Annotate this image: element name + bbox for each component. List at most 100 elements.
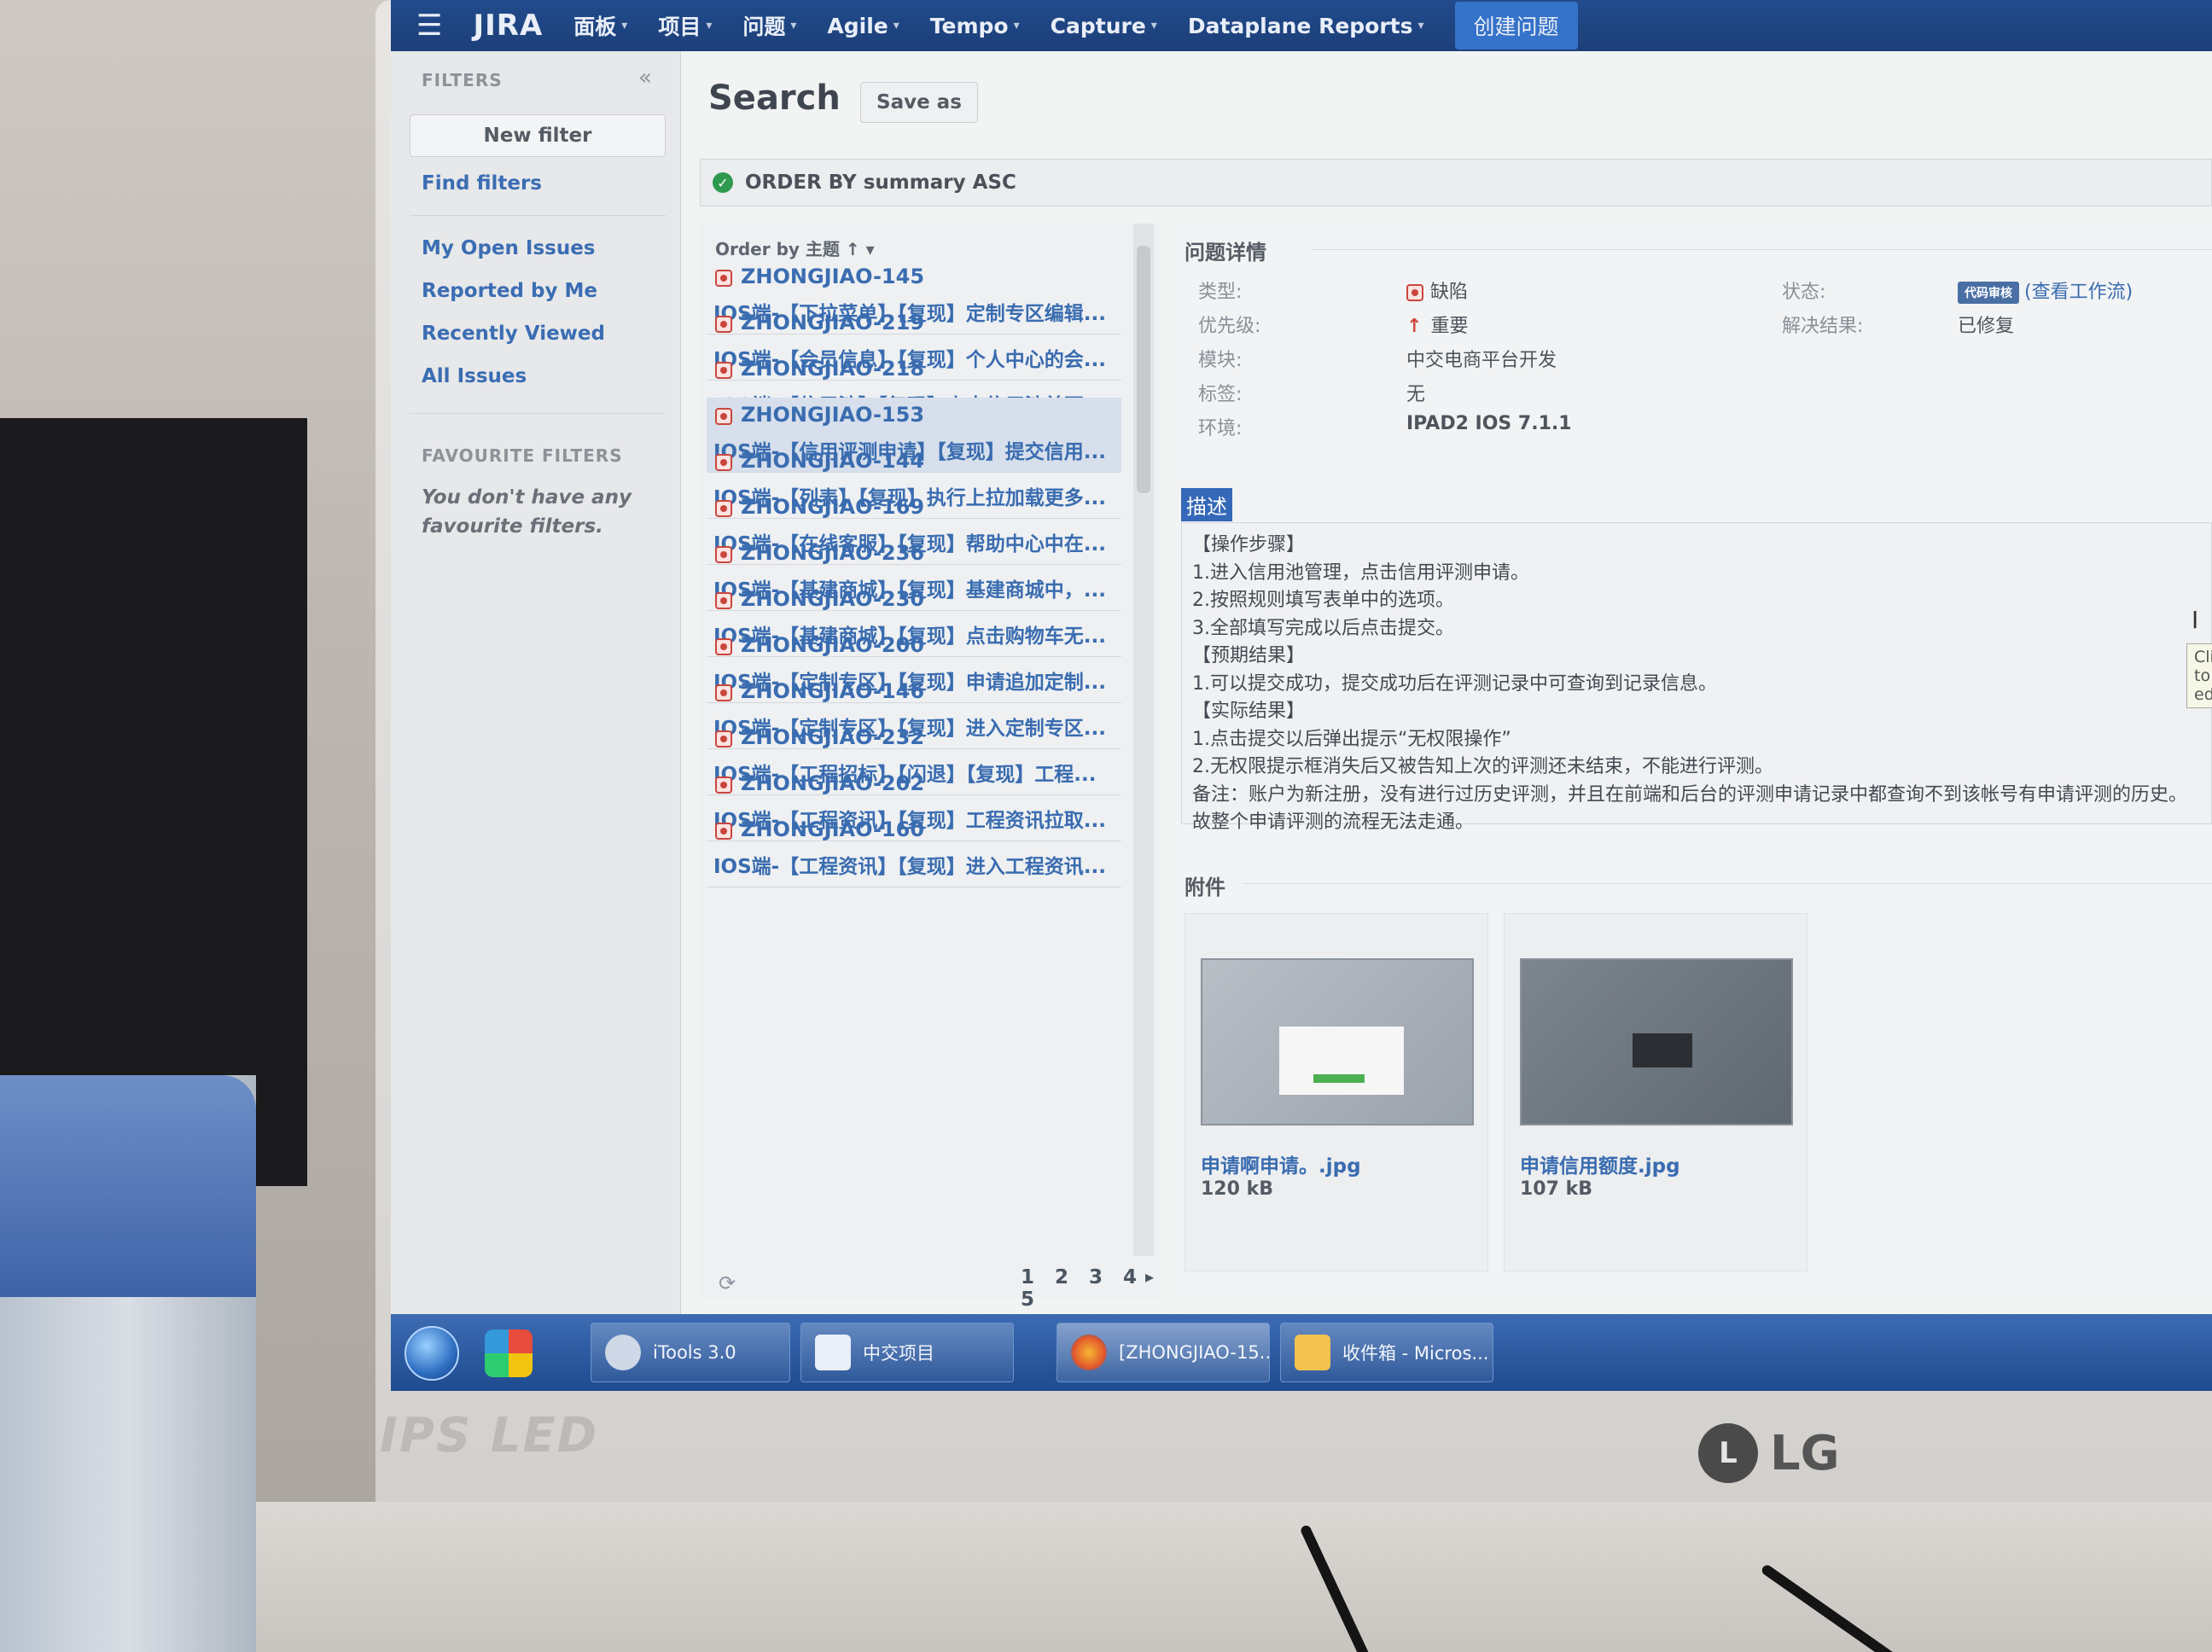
favourite-filters-empty-message: You don't have any favourite filters. [422,486,632,538]
bug-type-icon [715,730,732,747]
attachment-thumbnail[interactable]: 申请信用额度.jpg 107 kB [1504,913,1807,1271]
taskbar-item-itools[interactable]: iTools 3.0 [591,1323,790,1382]
chevron-down-icon: ▾ [1013,19,1020,32]
menu-icon[interactable]: ☰ [416,9,442,43]
filters-heading: FILTERS [422,70,503,90]
issue-key[interactable]: ZHONGJIAO-230 [741,587,924,611]
issue-key[interactable]: ZHONGJIAO-219 [741,311,924,334]
taskbar-item-firefox[interactable]: [ZHONGJIAO-15... [1057,1323,1270,1382]
filter-reported-by-me[interactable]: Reported by Me [422,280,597,302]
thumbnail-dialog-shape [1633,1033,1692,1067]
pagination[interactable]: 1 2 3 4 5 [1021,1266,1161,1311]
refresh-icon[interactable]: ⟳ [719,1271,736,1295]
filter-my-open-issues[interactable]: My Open Issues [422,237,596,259]
pinned-app-icon[interactable] [485,1329,533,1377]
lg-logo-icon: L [1698,1423,1758,1483]
favourite-filters-heading: FAVOURITE FILTERS [422,445,623,466]
nav-tempo-label: Tempo [929,13,1009,38]
attachment-image[interactable] [1201,958,1474,1126]
order-by-dropdown[interactable]: Order by 主题 ↑ ▾ [715,236,875,260]
taskbar-item-label: 中交项目 [863,1343,934,1364]
issue-key[interactable]: ZHONGJIAO-153 [741,403,924,427]
create-issue-button[interactable]: 创建问题 [1454,2,1578,49]
issue-key[interactable]: ZHONGJIAO-202 [741,771,924,795]
chat-icon [815,1335,851,1370]
jql-query-text[interactable]: ORDER BY summary ASC [745,172,1016,194]
chevron-down-icon: ▾ [621,19,628,32]
collapse-sidebar-icon[interactable]: « [638,65,652,90]
description-line: 2.无权限提示框消失后又被告知上次的评测还未结束，不能进行评测。 [1192,756,1773,777]
nav-capture[interactable]: Capture ▾ [1051,14,1157,38]
save-as-button[interactable]: Save as [860,82,978,123]
nav-dashboards[interactable]: 面板 ▾ [573,10,627,41]
desk-surface [256,1502,2212,1652]
list-item[interactable]: ZHONGJIAO-160 IOS端-【工程资讯】【复现】进入工程资讯... [707,812,1121,887]
attachment-name[interactable]: 申请信用额度.jpg [1520,1149,1680,1178]
bug-type-icon [715,454,732,471]
monitor-brand-ips-led: IPS LED [380,1408,599,1463]
divider [1243,883,2212,884]
attachment-name[interactable]: 申请啊申请。.jpg [1201,1149,1361,1178]
taskbar-item-label: 收件箱 - Micros... [1342,1343,1489,1364]
component-label: 模块: [1198,350,1243,371]
description-line: 1.进入信用池管理，点击信用评测申请。 [1192,561,1529,584]
order-by-label: Order by 主题 ↑ [715,239,860,259]
nav-agile-label: Agile [827,13,888,38]
bug-type-icon [715,684,732,701]
description-line: 【预期结果】 [1192,645,1306,666]
issue-list-scrollbar-thumb[interactable] [1137,246,1150,493]
issue-list: Order by 主题 ↑ ▾ ZHONGJIAO-145 IOS端-【下拉菜单】… [700,224,1161,1311]
description-title: 描述 [1181,488,1232,521]
nav-dashboards-label: 面板 [573,15,617,39]
new-filter-button[interactable]: New filter [410,114,666,157]
text-cursor-icon: I [2192,606,2199,634]
view-workflow-link[interactable]: (查看工作流) [2024,282,2133,303]
nav-agile[interactable]: Agile ▾ [827,14,899,38]
thumbnail-button-shape [1313,1074,1365,1083]
nav-dataplane-reports[interactable]: Dataplane Reports ▾ [1188,14,1424,38]
chevron-down-icon: ▾ [1417,19,1424,32]
start-button-icon[interactable] [405,1326,459,1381]
filters-sidebar: FILTERS « New filter Find filters My Ope… [391,51,681,1331]
issue-key[interactable]: ZHONGJIAO-144 [741,449,924,473]
labels-value: 无 [1406,384,1426,405]
component-value[interactable]: 中交电商平台开发 [1406,345,1557,372]
description-line: 备注：账户为新注册，没有进行过历史评测，并且在前端和后台的评测申请记录中都查询不… [1192,783,2188,806]
bug-type-icon [715,362,732,379]
issue-key[interactable]: ZHONGJIAO-146 [741,679,924,703]
jql-query-bar[interactable]: ✓ ORDER BY summary ASC [700,159,2212,206]
description-line: 故整个申请评测的流程无法走通。 [1192,811,1475,833]
issue-key[interactable]: ZHONGJIAO-169 [741,495,924,519]
nav-tempo[interactable]: Tempo ▾ [930,14,1020,38]
nav-projects[interactable]: 项目 ▾ [658,10,712,41]
issue-key[interactable]: ZHONGJIAO-232 [741,725,924,749]
thumbnail-dialog-shape [1279,1027,1404,1095]
filter-all-issues[interactable]: All Issues [422,365,527,387]
priority-value-text: 重要 [1430,316,1469,337]
issue-key[interactable]: ZHONGJIAO-218 [741,357,924,381]
page-title: Search [708,79,841,118]
monitor-brand-lg: L LG [1698,1423,1840,1483]
taskbar-item-outlook[interactable]: 收件箱 - Micros... [1280,1323,1493,1382]
attachment-image[interactable] [1520,958,1793,1126]
taskbar-item-project[interactable]: 中交项目 [800,1323,1014,1382]
description-field[interactable]: 【操作步骤】 1.进入信用池管理，点击信用评测申请。 2.按照规则填写表单中的选… [1181,522,2212,833]
chevron-down-icon: ▾ [865,239,875,259]
issue-key[interactable]: ZHONGJIAO-145 [741,265,924,288]
issue-key[interactable]: ZHONGJIAO-200 [741,633,924,657]
find-filters-link[interactable]: Find filters [422,172,542,195]
bug-type-icon [1406,284,1423,301]
type-label: 类型: [1198,282,1243,303]
issue-key[interactable]: ZHONGJIAO-160 [741,817,924,841]
itools-icon [605,1335,641,1370]
filter-recently-viewed[interactable]: Recently Viewed [422,323,605,345]
top-navigation: ☰ JIRA 面板 ▾ 项目 ▾ 问题 ▾ Agile ▾ Tempo ▾ Capture… [391,0,2212,51]
description-line: 1.可以提交成功，提交成功后在评测记录中可查询到记录信息。 [1192,672,1717,695]
issue-key[interactable]: ZHONGJIAO-236 [741,541,924,565]
priority-label: 优先级: [1198,316,1261,337]
next-page-icon[interactable]: ▸ [1145,1266,1154,1287]
chevron-down-icon: ▾ [706,19,713,32]
attachment-thumbnail[interactable]: 申请啊申请。.jpg 120 kB [1185,913,1488,1271]
nav-issues[interactable]: 问题 ▾ [742,10,796,41]
jira-logo[interactable]: JIRA [473,9,543,43]
